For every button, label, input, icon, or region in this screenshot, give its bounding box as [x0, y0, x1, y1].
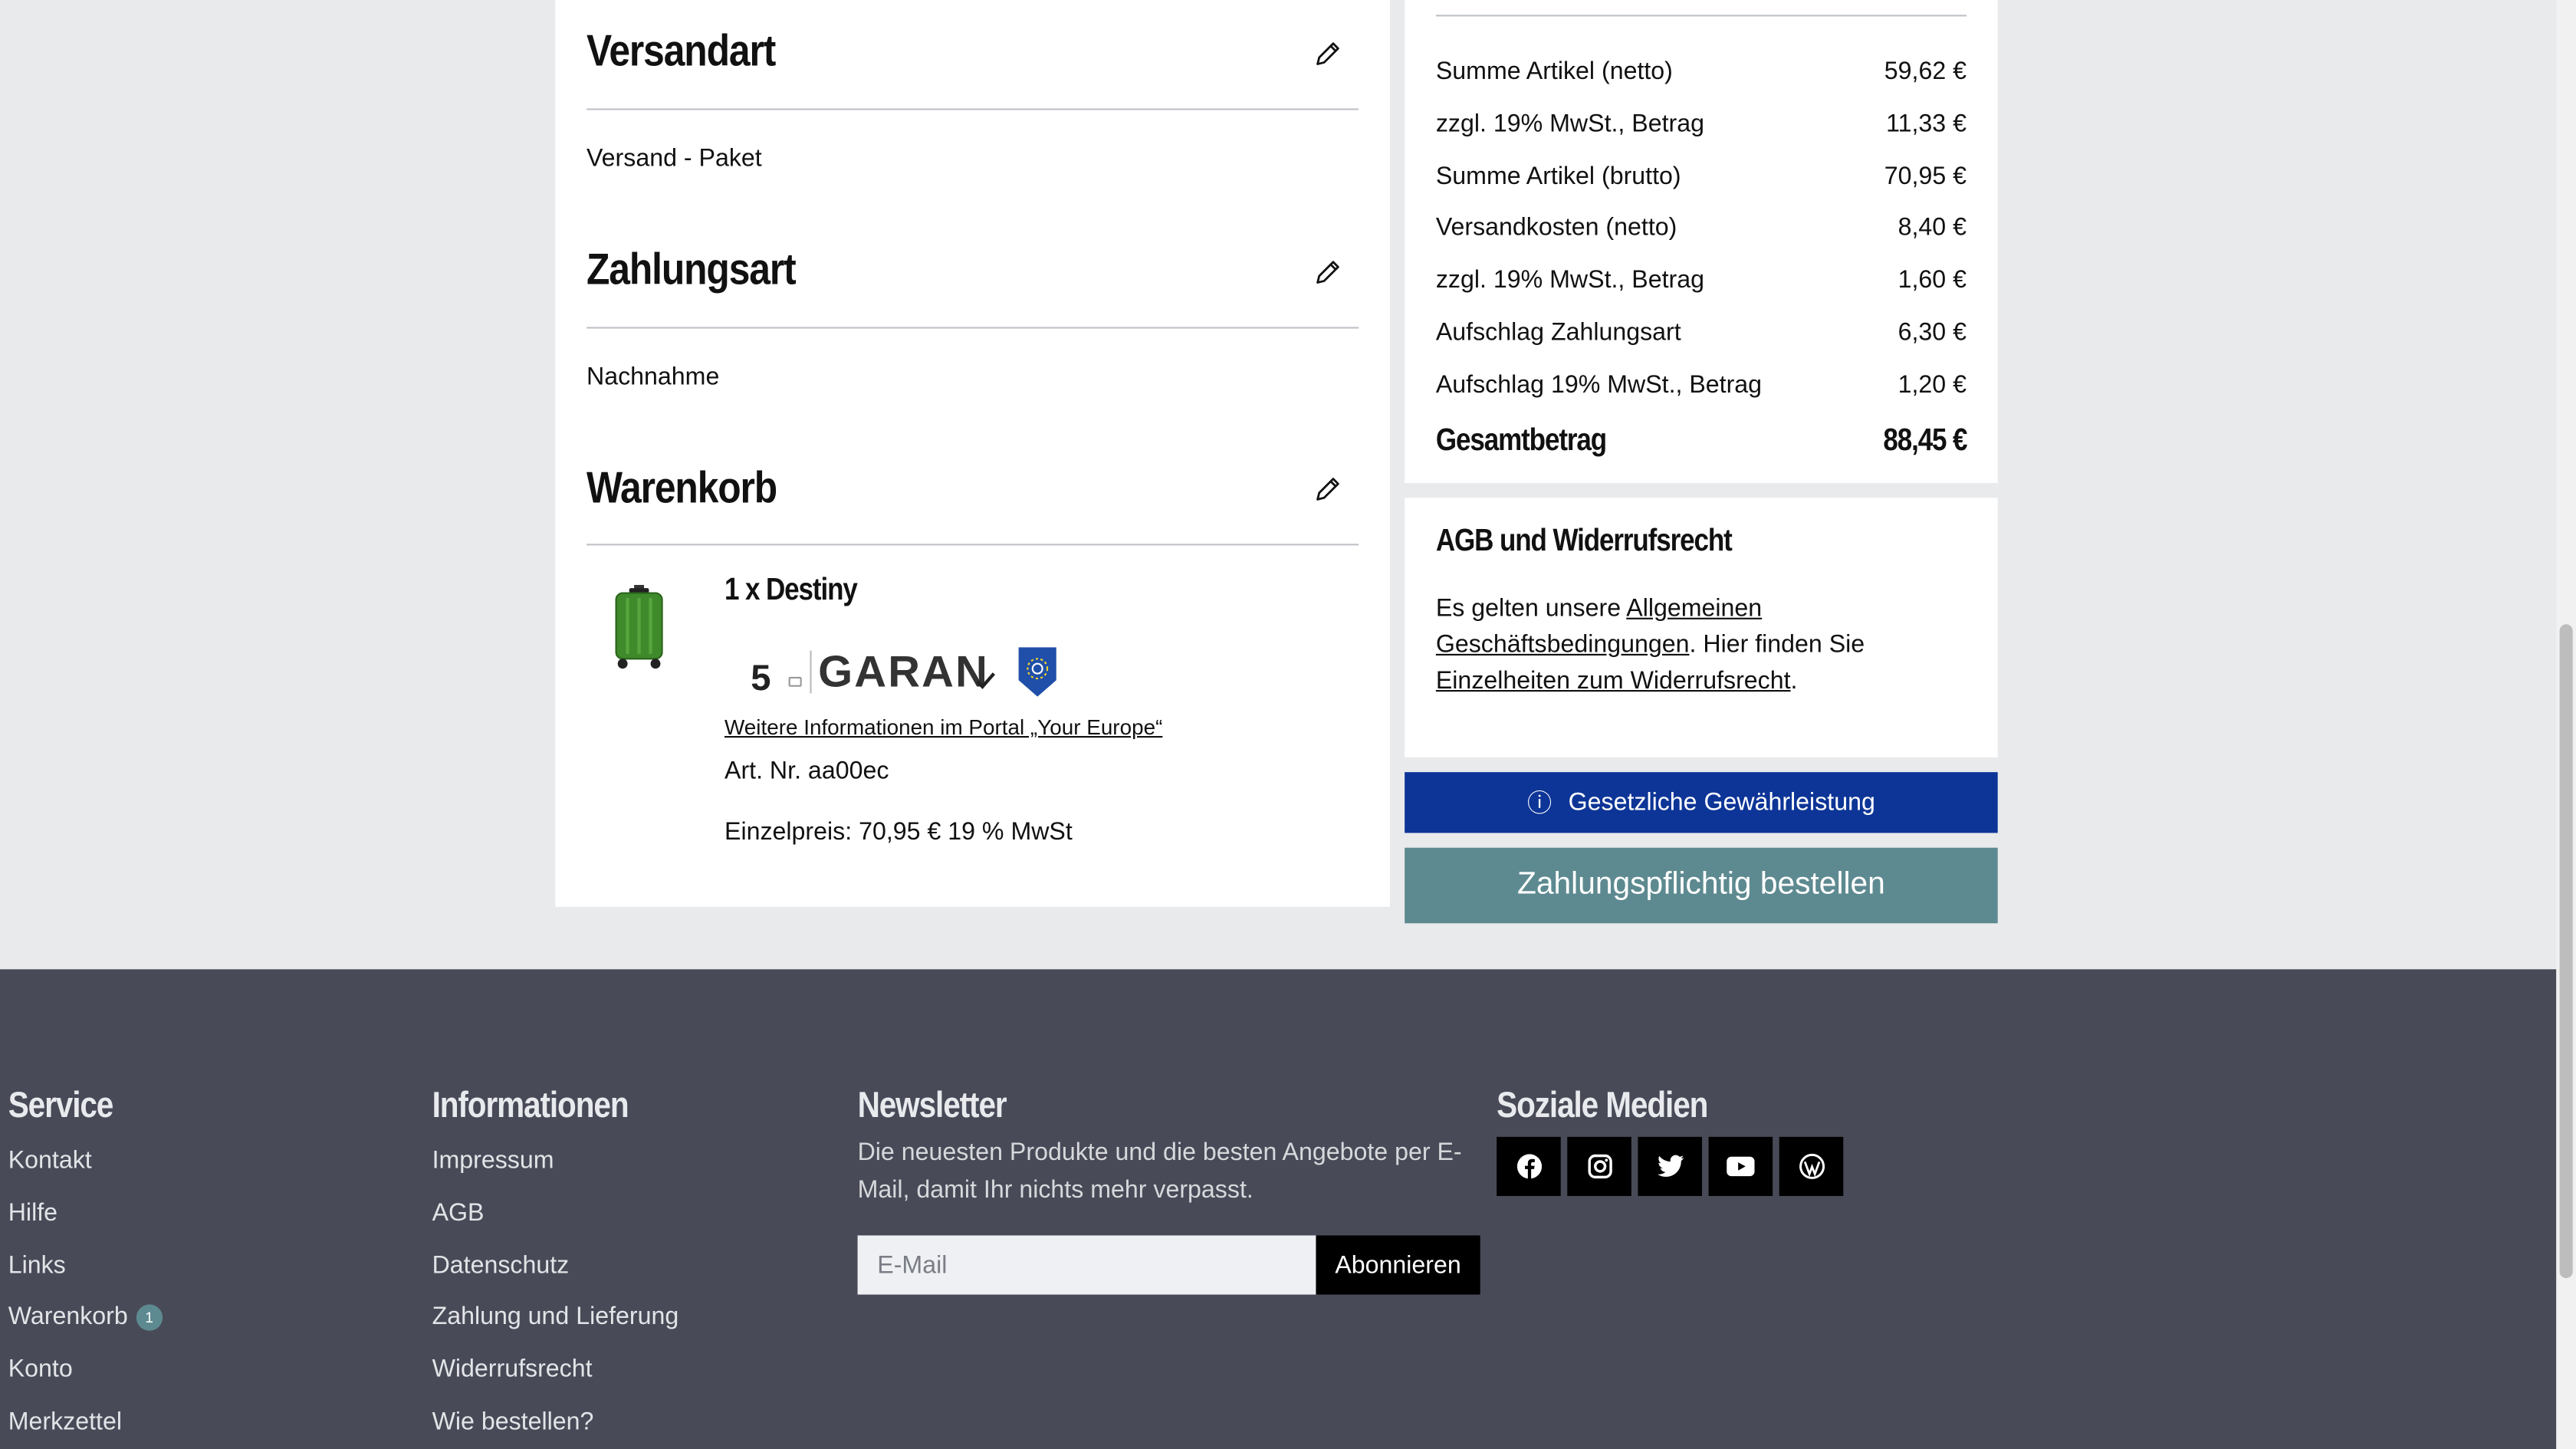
eu-shield-icon: [1018, 647, 1056, 697]
payment-method-value: Nachnahme: [586, 363, 720, 391]
edit-shipping-pencil-icon[interactable]: [1313, 39, 1342, 69]
wordpress-icon: [1799, 1153, 1825, 1179]
cart-count-badge: 1: [136, 1304, 163, 1331]
footer-link-cart[interactable]: Warenkorb 1: [8, 1303, 163, 1331]
summary-value: 70,95 €: [1884, 163, 1967, 191]
twitter-icon: [1657, 1155, 1684, 1177]
terms-title: AGB und Widerrufsrecht: [1435, 524, 1733, 559]
footer-link-how-to-order[interactable]: Wie bestellen?: [432, 1408, 594, 1435]
facebook-button[interactable]: [1497, 1136, 1561, 1196]
wordpress-button[interactable]: [1779, 1136, 1844, 1196]
facebook-icon: [1516, 1154, 1541, 1179]
place-order-button[interactable]: Zahlungspflichtig bestellen: [1405, 847, 1998, 924]
summary-label: Aufschlag Zahlungsart: [1435, 318, 1681, 347]
footer-link-help[interactable]: Hilfe: [8, 1199, 58, 1227]
summary-value: 1,20 €: [1898, 371, 1967, 399]
footer-link-withdrawal[interactable]: Widerrufsrecht: [432, 1355, 593, 1383]
summary-row: Versandkosten (netto) 8,40 €: [1436, 214, 1967, 247]
total-value: 88,45 €: [1882, 423, 1967, 458]
summary-value: 59,62 €: [1884, 58, 1967, 86]
footer-link-privacy[interactable]: Datenschutz: [432, 1252, 570, 1280]
page: Versandart Versand - Paket Zahlungsart N…: [0, 0, 2576, 1449]
summary-row: Aufschlag Zahlungsart 6,30 €: [1436, 319, 1967, 352]
guarantee-text: GARAN: [818, 647, 989, 697]
summary-label: Aufschlag 19% MwSt., Betrag: [1435, 371, 1763, 399]
edit-cart-pencil-icon[interactable]: [1313, 475, 1342, 504]
footer: Service Kontakt Hilfe Links Warenkorb 1 K…: [0, 969, 2557, 1449]
instagram-icon: [1587, 1154, 1612, 1179]
checkout-details-panel: Versandart Versand - Paket Zahlungsart N…: [555, 0, 1390, 907]
summary-total-row: Gesamtbetrag 88,45 €: [1436, 424, 1967, 463]
summary-value: 6,30 €: [1898, 318, 1967, 347]
shipping-method-value: Versand - Paket: [586, 144, 762, 172]
summary-label: zzgl. 19% MwSt., Betrag: [1435, 266, 1705, 294]
summary-row: Summe Artikel (netto) 59,62 €: [1436, 58, 1967, 90]
instagram-button[interactable]: [1567, 1136, 1631, 1196]
footer-social-title: Soziale Medien: [1497, 1084, 1708, 1125]
summary-row: Aufschlag 19% MwSt., Betrag 1,20 €: [1436, 371, 1967, 404]
footer-link-links[interactable]: Links: [8, 1252, 66, 1280]
legal-warranty-label: Gesetzliche Gewährleistung: [1568, 788, 1875, 816]
newsletter-description: Die neuesten Produkte und die besten Ang…: [857, 1138, 1462, 1204]
payment-section-header: Zahlungsart: [586, 219, 1359, 329]
summary-row: zzgl. 19% MwSt., Betrag 1,60 €: [1436, 266, 1967, 299]
article-number: Art. Nr. aa00ec: [724, 757, 889, 786]
payment-title: Zahlungsart: [586, 245, 797, 294]
edit-payment-pencil-icon[interactable]: [1313, 258, 1342, 288]
order-summary-box: Summe Artikel (netto) 59,62 € zzgl. 19% …: [1405, 0, 1998, 483]
footer-newsletter-title: Newsletter: [857, 1084, 1007, 1125]
newsletter-email-input[interactable]: [857, 1235, 1318, 1295]
badge-divider: [810, 650, 812, 694]
footer-link-payment-delivery[interactable]: Zahlung und Lieferung: [432, 1303, 679, 1330]
footer-link-wishlist[interactable]: Merkzettel: [8, 1408, 122, 1435]
youtube-icon: [1727, 1156, 1755, 1177]
footer-link-imprint[interactable]: Impressum: [432, 1147, 554, 1175]
footer-link-agb[interactable]: AGB: [432, 1199, 485, 1227]
terms-text: Es gelten unsere Allgemeinen Geschäftsbe…: [1436, 591, 1929, 699]
terms-text-part: . Hier finden Sie: [1689, 630, 1865, 659]
summary-label: Versandkosten (netto): [1435, 213, 1677, 242]
total-label: Gesamtbetrag: [1435, 423, 1607, 458]
footer-info-title: Informationen: [432, 1084, 629, 1125]
cart-item-title[interactable]: 1 x Destiny: [724, 573, 858, 610]
footer-service-title: Service: [8, 1084, 114, 1125]
withdrawal-right-link[interactable]: Einzelheiten zum Widerrufsrecht: [1436, 667, 1791, 695]
footer-link-cart-label: Warenkorb: [8, 1303, 128, 1331]
subscribe-button[interactable]: Abonnieren: [1316, 1235, 1480, 1295]
terms-box: AGB und Widerrufsrecht Es gelten unsere …: [1405, 498, 1998, 757]
your-europe-portal-link[interactable]: Weitere Informationen im Portal „Your Eu…: [724, 715, 1162, 739]
cart-section-header: Warenkorb: [586, 435, 1359, 546]
guarantee-years: 5: [751, 657, 771, 698]
summary-value: 1,60 €: [1898, 266, 1967, 294]
summary-row: zzgl. 19% MwSt., Betrag 11,33 €: [1436, 110, 1967, 143]
youtube-button[interactable]: [1708, 1136, 1773, 1196]
guarantee-badge: 5 GARAN: [724, 647, 1070, 703]
shipping-section-header: Versandart: [586, 0, 1359, 110]
checkmark-icon: [976, 672, 996, 689]
summary-label: Summe Artikel (netto): [1435, 58, 1673, 86]
footer-link-account[interactable]: Konto: [8, 1355, 73, 1383]
unit-price: Einzelpreis: 70,95 € 19 % MwSt: [724, 818, 1073, 846]
info-icon: ⓘ: [1527, 790, 1552, 819]
legal-warranty-button[interactable]: ⓘ Gesetzliche Gewährleistung: [1405, 772, 1998, 833]
terms-text-part: .: [1790, 667, 1798, 695]
twitter-button[interactable]: [1638, 1136, 1702, 1196]
summary-value: 8,40 €: [1898, 213, 1967, 242]
summary-divider: [1435, 15, 1967, 17]
guarantee-stamp-icon: [788, 676, 802, 687]
summary-label: zzgl. 19% MwSt., Betrag: [1435, 110, 1705, 138]
suitcase-product-image[interactable]: [611, 584, 667, 670]
summary-label: Summe Artikel (brutto): [1435, 163, 1681, 191]
terms-text-part: Es gelten unsere: [1435, 594, 1627, 623]
footer-link-contact[interactable]: Kontakt: [8, 1147, 92, 1175]
cart-title: Warenkorb: [586, 463, 777, 513]
shipping-title: Versandart: [586, 26, 776, 76]
scrollbar-thumb[interactable]: [2559, 624, 2573, 1279]
summary-value: 11,33 €: [1886, 110, 1967, 138]
summary-row: Summe Artikel (brutto) 70,95 €: [1436, 163, 1967, 196]
